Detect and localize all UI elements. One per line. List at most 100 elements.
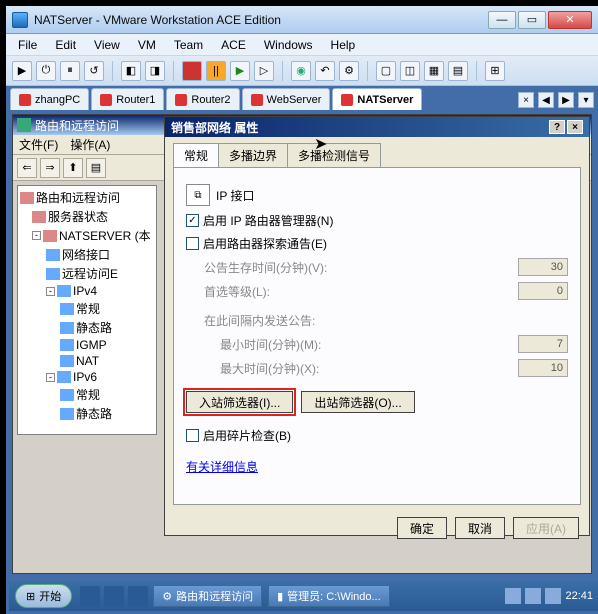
tab-webserver[interactable]: WebServer xyxy=(242,88,331,110)
close-button[interactable]: ✕ xyxy=(548,11,592,29)
tabs-expand-icon[interactable]: ▾ xyxy=(578,92,594,108)
tree-item[interactable]: 远程访问E xyxy=(18,264,156,283)
tab-general[interactable]: 常规 xyxy=(173,143,219,167)
tray-icon[interactable] xyxy=(505,588,521,604)
tree-item[interactable]: 常规 xyxy=(18,385,156,404)
tree-item[interactable]: 服务器状态 xyxy=(18,207,156,226)
outbound-filters-button[interactable]: 出站筛选器(O)... xyxy=(301,391,414,413)
clock[interactable]: 22:41 xyxy=(565,590,593,602)
dialog-close-button[interactable]: × xyxy=(567,120,583,134)
expand-icon[interactable]: - xyxy=(46,373,55,382)
menu-windows[interactable]: Windows xyxy=(256,36,321,54)
power-off-icon[interactable]: ⏻ xyxy=(36,61,56,81)
tree-item[interactable]: -NATSERVER (本 xyxy=(18,226,156,245)
menu-file[interactable]: File xyxy=(10,36,45,54)
label-fragment: 启用碎片检查(B) xyxy=(203,427,291,444)
inbound-filters-button[interactable]: 入站筛选器(I)... xyxy=(186,391,293,413)
menu-team[interactable]: Team xyxy=(166,36,211,54)
revert-icon[interactable]: ↶ xyxy=(315,61,335,81)
tree-node-label: IPv4 xyxy=(73,284,97,298)
tab-router1[interactable]: Router1 xyxy=(91,88,164,110)
tab-router2[interactable]: Router2 xyxy=(166,88,239,110)
view1-icon[interactable]: ▦ xyxy=(424,61,444,81)
expand-icon[interactable]: - xyxy=(32,231,41,240)
record-icon[interactable]: ▷ xyxy=(254,61,274,81)
app-icon xyxy=(12,12,28,28)
tabs-prev-icon[interactable]: ◀ xyxy=(538,92,554,108)
list-icon[interactable]: ▤ xyxy=(86,158,106,178)
quicklaunch-icon[interactable] xyxy=(80,586,100,606)
expand-icon[interactable]: - xyxy=(46,287,55,296)
tree-item[interactable]: NAT xyxy=(18,353,156,369)
tree-item[interactable]: 路由和远程访问 xyxy=(18,188,156,207)
tabs-close-icon[interactable]: × xyxy=(518,92,534,108)
tree-node-icon xyxy=(60,389,74,401)
start-button[interactable]: ⊞ 开始 xyxy=(15,584,72,608)
play-icon[interactable]: ▶ xyxy=(230,61,250,81)
tree-node-label: IPv6 xyxy=(73,370,97,384)
quicklaunch-icon[interactable] xyxy=(128,586,148,606)
tray-volume-icon[interactable] xyxy=(525,588,541,604)
unity-icon[interactable]: ◫ xyxy=(400,61,420,81)
tree-item[interactable]: IGMP xyxy=(18,337,156,353)
taskbar-item-rras[interactable]: ⚙ 路由和远程访问 xyxy=(153,585,262,607)
tab-detect[interactable]: 多播检测信号 xyxy=(287,143,381,167)
menu-view[interactable]: View xyxy=(86,36,128,54)
tree-item[interactable]: 静态路 xyxy=(18,318,156,337)
checkbox-fragment[interactable] xyxy=(186,429,199,442)
mmc-tree[interactable]: 路由和远程访问服务器状态-NATSERVER (本网络接口远程访问E-IPv4常… xyxy=(17,185,157,435)
menu-edit[interactable]: Edit xyxy=(47,36,84,54)
checkbox-enable-discovery[interactable] xyxy=(186,237,199,250)
tree-item[interactable]: - IPv4 xyxy=(18,283,156,299)
maximize-button[interactable]: ▭ xyxy=(518,11,546,29)
fullscreen-icon[interactable]: ▢ xyxy=(376,61,396,81)
tree-node-label: 路由和远程访问 xyxy=(36,189,120,206)
suspend-icon[interactable]: ⏸ xyxy=(60,61,80,81)
tree-item[interactable]: 常规 xyxy=(18,299,156,318)
cancel-button[interactable]: 取消 xyxy=(455,517,505,539)
tree-node-icon xyxy=(46,268,60,280)
back-icon[interactable]: ⇐ xyxy=(17,158,37,178)
vm-icon xyxy=(251,94,263,106)
stop-icon[interactable] xyxy=(182,61,202,81)
fwd-icon[interactable]: ⇒ xyxy=(40,158,60,178)
outer-titlebar[interactable]: NATServer - VMware Workstation ACE Editi… xyxy=(6,6,598,34)
tray-network-icon[interactable] xyxy=(545,588,561,604)
taskbar-item-cmd[interactable]: ▮ 管理员: C:\Windo... xyxy=(268,585,390,607)
mmc-menu-file[interactable]: 文件(F) xyxy=(19,136,58,153)
tree-item[interactable]: 静态路 xyxy=(18,404,156,423)
menu-vm[interactable]: VM xyxy=(130,36,164,54)
checkbox-enable-router[interactable]: ✓ xyxy=(186,214,199,227)
tree-node-label: 服务器状态 xyxy=(48,208,108,225)
snapshot-icon[interactable]: ◧ xyxy=(121,61,141,81)
up-icon[interactable]: ⬆ xyxy=(63,158,83,178)
manage-icon[interactable]: ⚙ xyxy=(339,61,359,81)
tabs-next-icon[interactable]: ▶ xyxy=(558,92,574,108)
minimize-button[interactable]: — xyxy=(488,11,516,29)
menu-ace[interactable]: ACE xyxy=(213,36,254,54)
ok-button[interactable]: 确定 xyxy=(397,517,447,539)
tree-item[interactable]: 网络接口 xyxy=(18,245,156,264)
tree-item[interactable]: - IPv6 xyxy=(18,369,156,385)
tree-node-label: IGMP xyxy=(76,338,107,352)
tab-zhangpc[interactable]: zhangPC xyxy=(10,88,89,110)
dialog-titlebar[interactable]: 销售部网络 属性 ? × xyxy=(165,117,589,137)
tab-multicast[interactable]: 多播边界 xyxy=(218,143,288,167)
snapshot-mgr-icon[interactable]: ◨ xyxy=(145,61,165,81)
dialog-help-button[interactable]: ? xyxy=(549,120,565,134)
quicklaunch-icon[interactable] xyxy=(104,586,124,606)
tree-node-label: 网络接口 xyxy=(62,246,110,263)
sidebar-toggle-icon[interactable]: ⊞ xyxy=(485,61,505,81)
snap-icon[interactable]: ◉ xyxy=(291,61,311,81)
tree-node-icon xyxy=(60,408,74,420)
pause-icon[interactable]: || xyxy=(206,61,226,81)
tree-node-icon xyxy=(60,322,74,334)
view2-icon[interactable]: ▤ xyxy=(448,61,468,81)
power-on-icon[interactable]: ▶ xyxy=(12,61,32,81)
mmc-menu-action[interactable]: 操作(A) xyxy=(70,136,110,153)
tab-natserver[interactable]: NATServer xyxy=(332,88,422,110)
more-info-link[interactable]: 有关详细信息 xyxy=(186,458,258,475)
menu-help[interactable]: Help xyxy=(323,36,364,54)
reset-icon[interactable]: ↺ xyxy=(84,61,104,81)
input-min-time xyxy=(518,335,568,353)
